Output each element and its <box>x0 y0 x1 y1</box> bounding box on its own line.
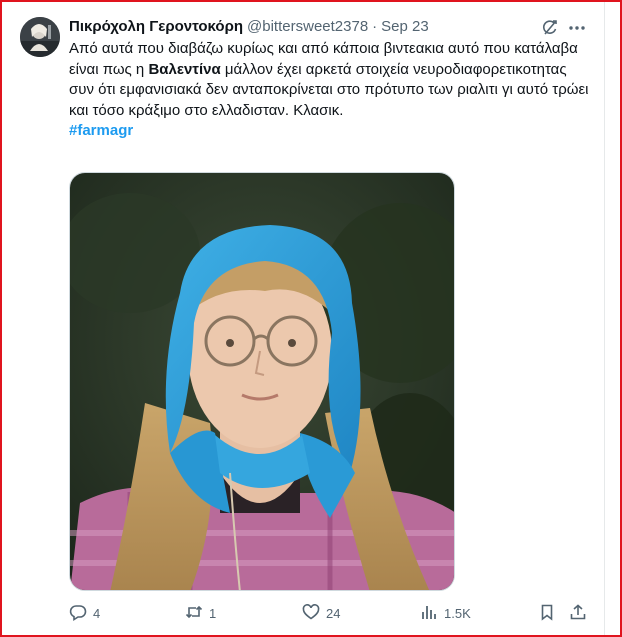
hashtag-link[interactable]: #farmagr <box>69 122 133 139</box>
share-icon <box>569 603 587 624</box>
views-icon <box>420 603 438 624</box>
repost-icon <box>185 603 203 624</box>
like-count: 24 <box>326 605 341 621</box>
action-bar: 4 1 24 1.5K <box>69 602 589 624</box>
tweet-photo[interactable] <box>69 172 455 591</box>
bookmark-icon <box>538 603 556 624</box>
tweet-header: Πικρόχολη Γεροντοκόρη @bittersweet2378 · Se… <box>69 17 429 37</box>
divider <box>604 2 605 635</box>
repost-count: 1 <box>209 605 217 621</box>
like-icon <box>302 603 320 624</box>
tweet-text: Από αυτά που διαβάζω κυρίως και από κάπο… <box>69 39 589 142</box>
repost-button[interactable]: 1 <box>185 602 216 624</box>
author-handle[interactable]: @bittersweet2378 <box>247 18 368 35</box>
reply-count: 4 <box>93 605 101 621</box>
reply-button[interactable]: 4 <box>69 602 100 624</box>
share-button[interactable] <box>569 602 587 624</box>
author-display-name[interactable]: Πικρόχολη Γεροντοκόρη <box>69 18 243 35</box>
tweet-text-bold-name: Βαλεντίνα <box>148 60 221 78</box>
views-count: 1.5K <box>444 605 471 621</box>
more-icon[interactable] <box>567 19 587 37</box>
tweet-date[interactable]: Sep 23 <box>381 18 429 35</box>
separator-dot: · <box>372 18 378 35</box>
grok-icon[interactable] <box>541 19 559 37</box>
like-button[interactable]: 24 <box>302 602 340 624</box>
bookmark-button[interactable] <box>538 602 556 624</box>
avatar[interactable] <box>20 17 60 57</box>
views-button[interactable]: 1.5K <box>420 602 471 624</box>
reply-icon <box>69 603 87 624</box>
tweet[interactable]: Πικρόχολη Γεροντοκόρη @bittersweet2378 · Se… <box>0 0 604 635</box>
